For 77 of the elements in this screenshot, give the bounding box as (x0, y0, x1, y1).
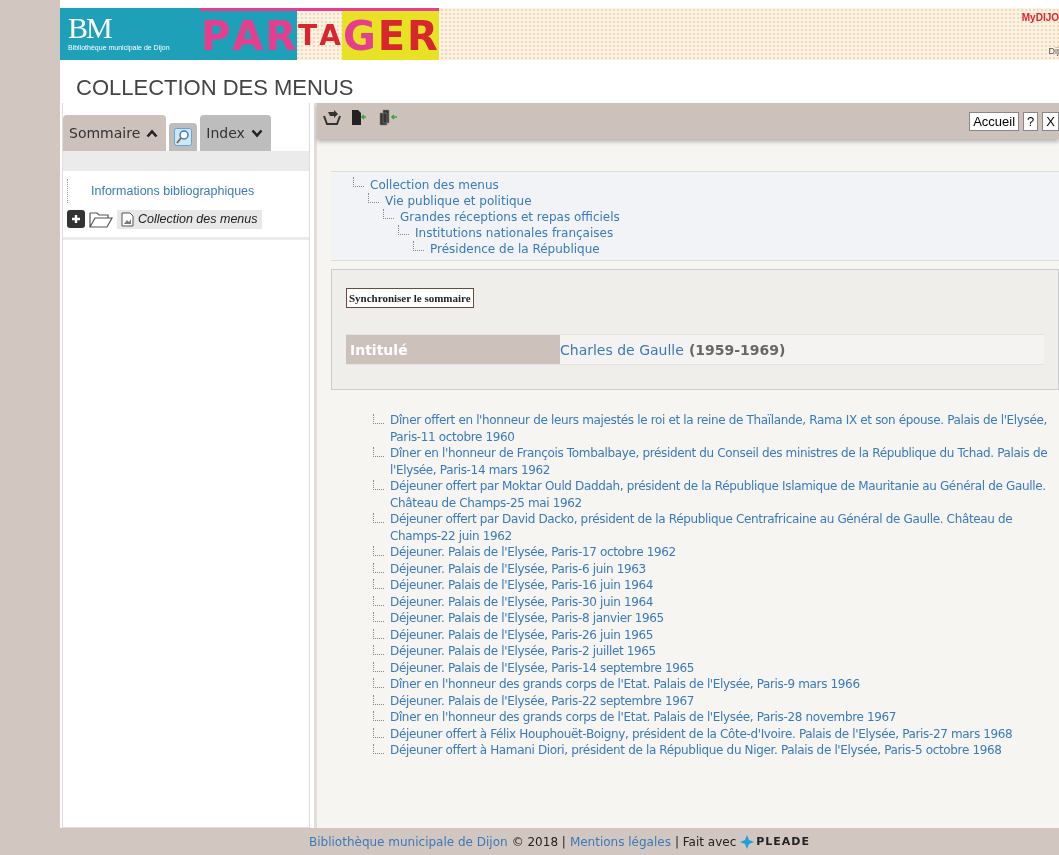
tree-connector-icon (373, 744, 384, 754)
tree-connector-icon (373, 694, 384, 705)
toolbar-button[interactable]: X (1042, 112, 1059, 131)
partner-logo: MyDIJO (1021, 12, 1059, 23)
title-link[interactable]: Charles de Gaulle (560, 341, 684, 358)
image-file-icon (121, 211, 134, 227)
document-arrow-icon[interactable] (351, 109, 369, 126)
documents-arrow-icon[interactable] (379, 109, 399, 126)
menu-link[interactable]: Dîner en l'honneur de François Tombalbaye, président du Conseil des ministres de la République du Tchad. Palais de l'Elysée, Paris-14 mars 1962 (390, 445, 1053, 478)
tree-connector-icon (373, 414, 384, 424)
menu-link[interactable]: Déjeuner offert à Félix Houphouët-Boigny, président de la Côte-d'Ivoire. Palais de l'Elysée, Paris-27 mars 1968 (390, 725, 1013, 742)
menu-link[interactable]: Déjeuner offert à Hamani Diori, président de la République du Niger. Palais de l'Elysée, Paris-5 octobre 1968 (390, 742, 1002, 759)
search-tab[interactable] (169, 123, 198, 151)
sidebar-tab[interactable]: Index (200, 115, 271, 151)
star-icon (740, 834, 755, 849)
field-label: Intitulé (346, 335, 560, 364)
menu-link[interactable]: Déjeuner. Palais de l'Elysée, Paris-8 janvier 1965 (390, 610, 664, 627)
menu-link[interactable]: Déjeuner. Palais de l'Elysée, Paris-6 juin 1963 (390, 560, 646, 577)
tray-arrow-icon[interactable] (323, 109, 341, 126)
breadcrumb-link[interactable]: Institutions nationales françaises (415, 226, 614, 240)
partager-logo: PARTAGER (200, 8, 439, 60)
breadcrumb-link[interactable]: Vie publique et politique (385, 194, 532, 208)
breadcrumb-link[interactable]: Présidence de la République (430, 242, 600, 256)
breadcrumb-link[interactable]: Collection des menus (370, 178, 499, 192)
menu-link[interactable]: Dîner offert en l'honneur de leurs majestés le roi et la reine de Thaïlande, Rama IX et son épouse. Palais de l'Elysée, Paris-11 octobre 1960 (390, 412, 1053, 445)
tree-connector-icon (373, 546, 384, 556)
menu-link[interactable]: Dîner en l'honneur des grands corps de l'Etat. Palais de l'Elysée, Paris-28 novembre 1967 (390, 709, 897, 726)
tree-connector-icon (373, 612, 384, 622)
page-title: COLLECTION DES MENUS (75, 74, 355, 102)
tree-connector-icon (373, 579, 384, 589)
tree-connector-icon (373, 513, 384, 523)
tree-connector-icon (398, 225, 409, 235)
menu-link[interactable]: Déjeuner. Palais de l'Elysée, Paris-17 octobre 1962 (390, 544, 676, 561)
title-dates: (1959-1969) (688, 341, 786, 358)
tree-connector-icon (413, 241, 424, 251)
tree-link[interactable]: Informations bibliographiques (91, 184, 255, 198)
tree-connector-icon (373, 562, 384, 573)
breadcrumb-link[interactable]: Grandes réceptions et repas officiels (400, 210, 620, 224)
tree-connector-icon (373, 447, 384, 457)
menu-link[interactable]: Déjeuner. Palais de l'Elysée, Paris-16 juin 1964 (390, 577, 654, 594)
toolbar-button[interactable]: Accueil (969, 112, 1020, 131)
menu-link[interactable]: Dîner en l'honneur des grands corps de l'Etat. Palais de l'Elysée, Paris-9 mars 1966 (390, 676, 860, 693)
tree-connector-icon (373, 645, 384, 655)
legal-link[interactable]: Mentions légales (569, 834, 671, 849)
logo-mark: BM (68, 12, 113, 44)
tree-connector-icon (373, 628, 384, 639)
tree-connector-icon (373, 727, 384, 738)
tree-connector-icon (383, 209, 394, 219)
search-icon (174, 128, 193, 146)
tree-connector-icon (373, 595, 384, 606)
library-link[interactable]: Bibliothèque municipale de Dijon (309, 834, 508, 849)
tree-connector-icon (373, 678, 384, 688)
expand-button[interactable] (67, 210, 85, 228)
menu-link[interactable]: Déjeuner offert par David Dacko, président de la République Centrafricaine au Général de Gaulle. Château de Champs-22 juin 1962 (390, 511, 1053, 544)
sync-button[interactable]: Synchroniser le sommaire (346, 288, 474, 308)
tree-connector-icon (373, 480, 384, 490)
tree-connector-icon (353, 177, 364, 187)
chevron-up-icon (146, 128, 159, 138)
pleade-logo[interactable]: PLEADE (740, 834, 810, 849)
menu-link[interactable]: Déjeuner. Palais de l'Elysée, Paris-26 juin 1965 (390, 626, 654, 643)
plus-icon (71, 214, 81, 224)
sidebar-tab[interactable]: Sommaire (63, 115, 167, 151)
partner-caption: Dij (1048, 46, 1059, 56)
menu-link[interactable]: Déjeuner. Palais de l'Elysée, Paris-22 septembre 1967 (390, 692, 695, 709)
folder-icon (89, 210, 113, 228)
menu-link[interactable]: Déjeuner offert par Moktar Ould Daddah, président de la République Islamique de Mauritanie au Général de Gaulle. Château de Champs-25 mai 1962 (390, 478, 1053, 511)
chevron-down-icon (250, 128, 263, 138)
tree-item[interactable]: Collection des menus (117, 209, 262, 229)
menu-link[interactable]: Déjeuner. Palais de l'Elysée, Paris-2 juillet 1965 (390, 643, 656, 660)
toolbar-button[interactable]: ? (1023, 112, 1039, 131)
tree-connector-icon (373, 711, 384, 721)
made-with-text: | Fait avec (674, 834, 737, 849)
tree-connector-icon (373, 661, 384, 672)
menu-link[interactable]: Déjeuner. Palais de l'Elysée, Paris-30 juin 1964 (390, 593, 654, 610)
menu-link[interactable]: Déjeuner. Palais de l'Elysée, Paris-14 septembre 1965 (390, 659, 695, 676)
tree-connector-icon (368, 193, 379, 203)
copyright-text: © 2018 | (511, 834, 566, 849)
